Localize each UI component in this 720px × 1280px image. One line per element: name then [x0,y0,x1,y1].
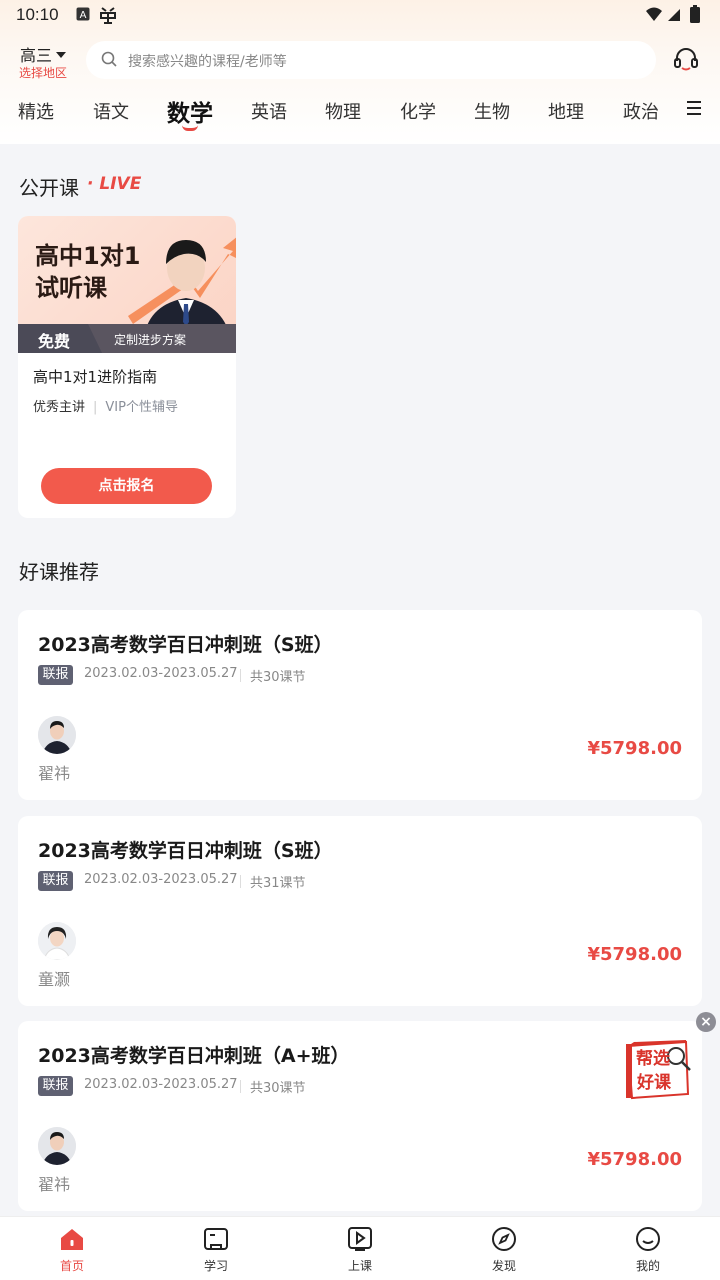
free-badge: 免费 [18,324,102,353]
tab-study-label: 学习 [203,1259,228,1273]
status-right-icons [644,5,706,29]
course-card[interactable]: 2023高考数学百日冲刺班（S班） 联报 2023.02.03-2023.05.… [18,816,702,1006]
status-time: 10:10 [16,5,59,24]
open-class-banner: 高中1对1 试听课 免费 定制进步方案 [18,216,236,353]
notification-app-icon [98,5,118,29]
tab-physics[interactable]: 物理 [325,98,361,124]
menu-icon[interactable] [687,101,701,119]
tab-mine-label: 我的 [635,1259,660,1273]
tab-math[interactable]: 数学 [167,94,213,131]
tab-jingxuan[interactable]: 精选 [18,98,54,124]
search-icon [101,51,117,67]
tab-discover[interactable]: 发现 [432,1217,576,1280]
promo-line1: 帮选 [636,1049,670,1069]
customer-service-icon[interactable] [672,46,700,74]
signup-button[interactable]: 点击报名 [41,468,212,504]
tab-chinese[interactable]: 语文 [93,98,129,124]
profile-icon [636,1227,660,1251]
divider [240,875,241,888]
play-icon [348,1227,372,1251]
grade-selector[interactable]: 高三 [20,42,67,66]
course-dates: 2023.02.03-2023.05.27 [84,872,238,887]
teacher-name: 童灏 [38,970,71,989]
region-selector[interactable]: 选择地区 [19,64,67,81]
teacher-avatar [38,922,76,960]
open-class-title: 公开课 [19,176,79,200]
recommend-title: 好课推荐 [19,560,99,584]
course-tag: 联报 [38,1076,73,1096]
search-bar[interactable]: 搜索感兴趣的课程/老师等 [86,41,656,79]
tab-class[interactable]: 上课 [288,1217,432,1280]
close-icon[interactable]: × [696,1012,716,1032]
compass-icon [492,1227,516,1251]
divider [240,1080,241,1093]
course-lessons: 共31课节 [250,876,306,891]
teacher-photo [144,240,230,336]
teacher-avatar [38,716,76,754]
course-price: ¥5798.00 [587,944,682,965]
tab-english[interactable]: 英语 [251,98,287,124]
svg-text:A: A [80,10,87,21]
open-class-card[interactable]: 高中1对1 试听课 免费 定制进步方案 高中1对1进阶指南 优秀主讲 | VIP个性… [18,216,236,518]
tab-home[interactable]: 首页 [0,1217,144,1280]
course-card[interactable]: 2023高考数学百日冲刺班（S班） 联报 2023.02.03-2023.05.… [18,610,702,800]
tab-chemistry[interactable]: 化学 [400,98,436,124]
tab-math-label: 数学 [167,101,213,127]
course-price: ¥5798.00 [587,738,682,759]
teacher-avatar [38,1127,76,1165]
course-price: ¥5798.00 [587,1149,682,1170]
book-icon [204,1228,228,1250]
course-dates: 2023.02.03-2023.05.27 [84,666,238,681]
teacher-name: 翟祎 [38,1175,71,1194]
tab-class-label: 上课 [347,1259,372,1273]
tab-home-label: 首页 [59,1259,84,1273]
course-title: 2023高考数学百日冲刺班（A+班） [38,1045,350,1067]
course-dates: 2023.02.03-2023.05.27 [84,1077,238,1092]
plan-text: 定制进步方案 [114,333,187,347]
subject-tabs: 精选 语文 数学 英语 物理 化学 生物 地理 政治 [0,92,720,132]
tab-study[interactable]: 学习 [144,1217,288,1280]
tab-biology[interactable]: 生物 [474,98,510,124]
home-icon [61,1229,83,1250]
course-title: 2023高考数学百日冲刺班（S班） [38,840,333,862]
grade-label: 高三 [20,46,53,65]
course-lessons: 共30课节 [250,1081,306,1096]
tab-geography[interactable]: 地理 [548,98,584,124]
bottom-tab-bar: 首页 学习 上课 发现 我的 [0,1216,720,1280]
course-title: 2023高考数学百日冲刺班（S班） [38,634,333,656]
course-card[interactable]: 2023高考数学百日冲刺班（A+班） 联报 2023.02.03-2023.05… [18,1021,702,1211]
live-label: · LIVE [87,174,142,194]
open-class-name: 高中1对1进阶指南 [33,368,158,386]
banner-title: 高中1对1 试听课 [35,242,141,302]
course-lessons: 共30课节 [250,670,306,685]
promo-line2: 好课 [636,1072,672,1093]
status-bar: 10:10 A [0,0,720,32]
notification-a-icon: A [76,7,90,25]
caret-down-icon [56,52,67,58]
wifi-signal-battery-icon [646,5,700,23]
tab-mine[interactable]: 我的 [576,1217,720,1280]
course-tag: 联报 [38,871,73,891]
tab-discover-label: 发现 [491,1259,516,1273]
open-class-meta: 优秀主讲 | VIP个性辅导 [33,400,178,415]
active-tab-indicator [182,125,198,131]
promo-badge[interactable]: 帮选 好课 [624,1038,694,1102]
teacher-name: 翟祎 [38,764,71,783]
tab-politics[interactable]: 政治 [623,98,659,124]
search-placeholder: 搜索感兴趣的课程/老师等 [128,54,287,70]
divider [240,669,241,682]
course-tag: 联报 [38,665,73,685]
